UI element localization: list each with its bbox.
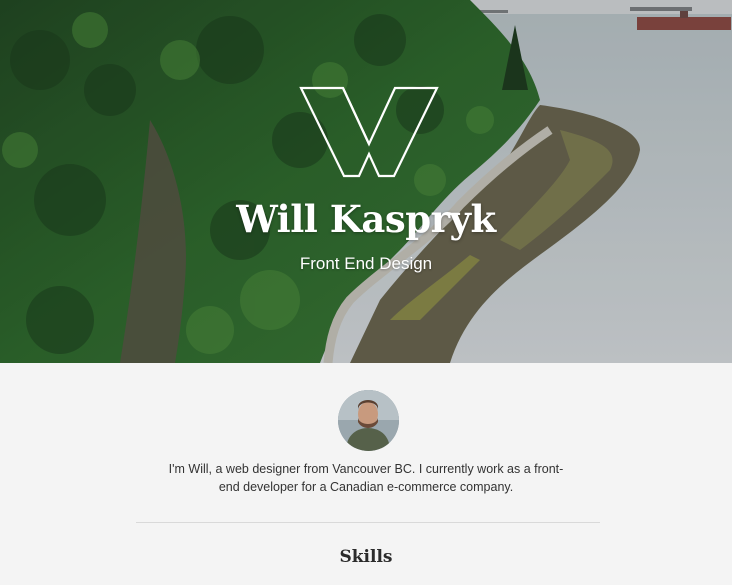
hero-background-photo — [0, 0, 732, 363]
hero-subtitle: Front End Design — [299, 254, 433, 273]
hero-name: Will Kaspryk — [236, 197, 496, 241]
profile-photo-avatar — [338, 390, 399, 451]
bio-text: I'm Will, a web designer from Vancouver … — [168, 462, 564, 494]
person-icon — [338, 390, 399, 451]
w-monogram-logo-icon — [299, 86, 439, 178]
section-divider — [136, 522, 600, 523]
hero-banner: Will Kaspryk Front End Design — [0, 0, 732, 363]
skills-heading: Skills — [339, 547, 393, 567]
